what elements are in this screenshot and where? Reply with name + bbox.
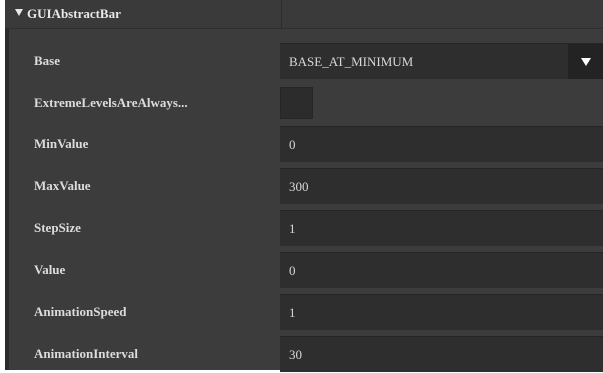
field-value: 0 (289, 263, 296, 278)
field-value: 1 (289, 221, 296, 236)
value-field[interactable]: 0 (280, 252, 603, 288)
stepsize-field[interactable]: 1 (280, 210, 603, 246)
property-row-stepsize: StepSize 1 (9, 208, 603, 247)
field-value: 0 (289, 137, 296, 152)
section-header[interactable]: GUIAbstractBar (5, 0, 603, 29)
property-label: ExtremeLevelsAreAlways... (34, 95, 188, 110)
triangle-down-icon (581, 58, 591, 66)
field-value: 30 (289, 347, 302, 362)
property-label: MaxValue (34, 178, 91, 193)
property-label: AnimationSpeed (34, 304, 127, 319)
property-label: MinValue (34, 136, 89, 151)
property-row-animationspeed: AnimationSpeed 1 (9, 292, 603, 331)
triangle-down-icon[interactable] (15, 9, 23, 16)
property-row-maxvalue: MaxValue 300 (9, 166, 603, 205)
section-title: GUIAbstractBar (27, 6, 121, 21)
maxvalue-field[interactable]: 300 (280, 168, 603, 204)
extreme-levels-checkbox[interactable] (280, 87, 313, 119)
property-row-extreme-levels: ExtremeLevelsAreAlways... (9, 83, 603, 122)
property-row-base: Base BASE_AT_MINIMUM (9, 41, 603, 80)
property-row-minvalue: MinValue 0 (9, 124, 603, 163)
dropdown-button[interactable] (568, 44, 603, 79)
property-label: Base (34, 53, 60, 68)
header-column-separator (281, 0, 282, 28)
property-label: AnimationInterval (34, 346, 138, 361)
animationinterval-field[interactable]: 30 (280, 336, 603, 372)
property-row-value: Value 0 (9, 250, 603, 289)
property-label: Value (34, 262, 66, 277)
animationspeed-field[interactable]: 1 (280, 294, 603, 330)
dropdown-value: BASE_AT_MINIMUM (289, 54, 414, 69)
field-value: 1 (289, 305, 296, 320)
property-row-animationinterval: AnimationInterval 30 (9, 334, 603, 373)
minvalue-field[interactable]: 0 (280, 126, 603, 162)
base-dropdown[interactable]: BASE_AT_MINIMUM (280, 43, 603, 79)
property-label: StepSize (34, 220, 81, 235)
field-value: 300 (289, 179, 309, 194)
